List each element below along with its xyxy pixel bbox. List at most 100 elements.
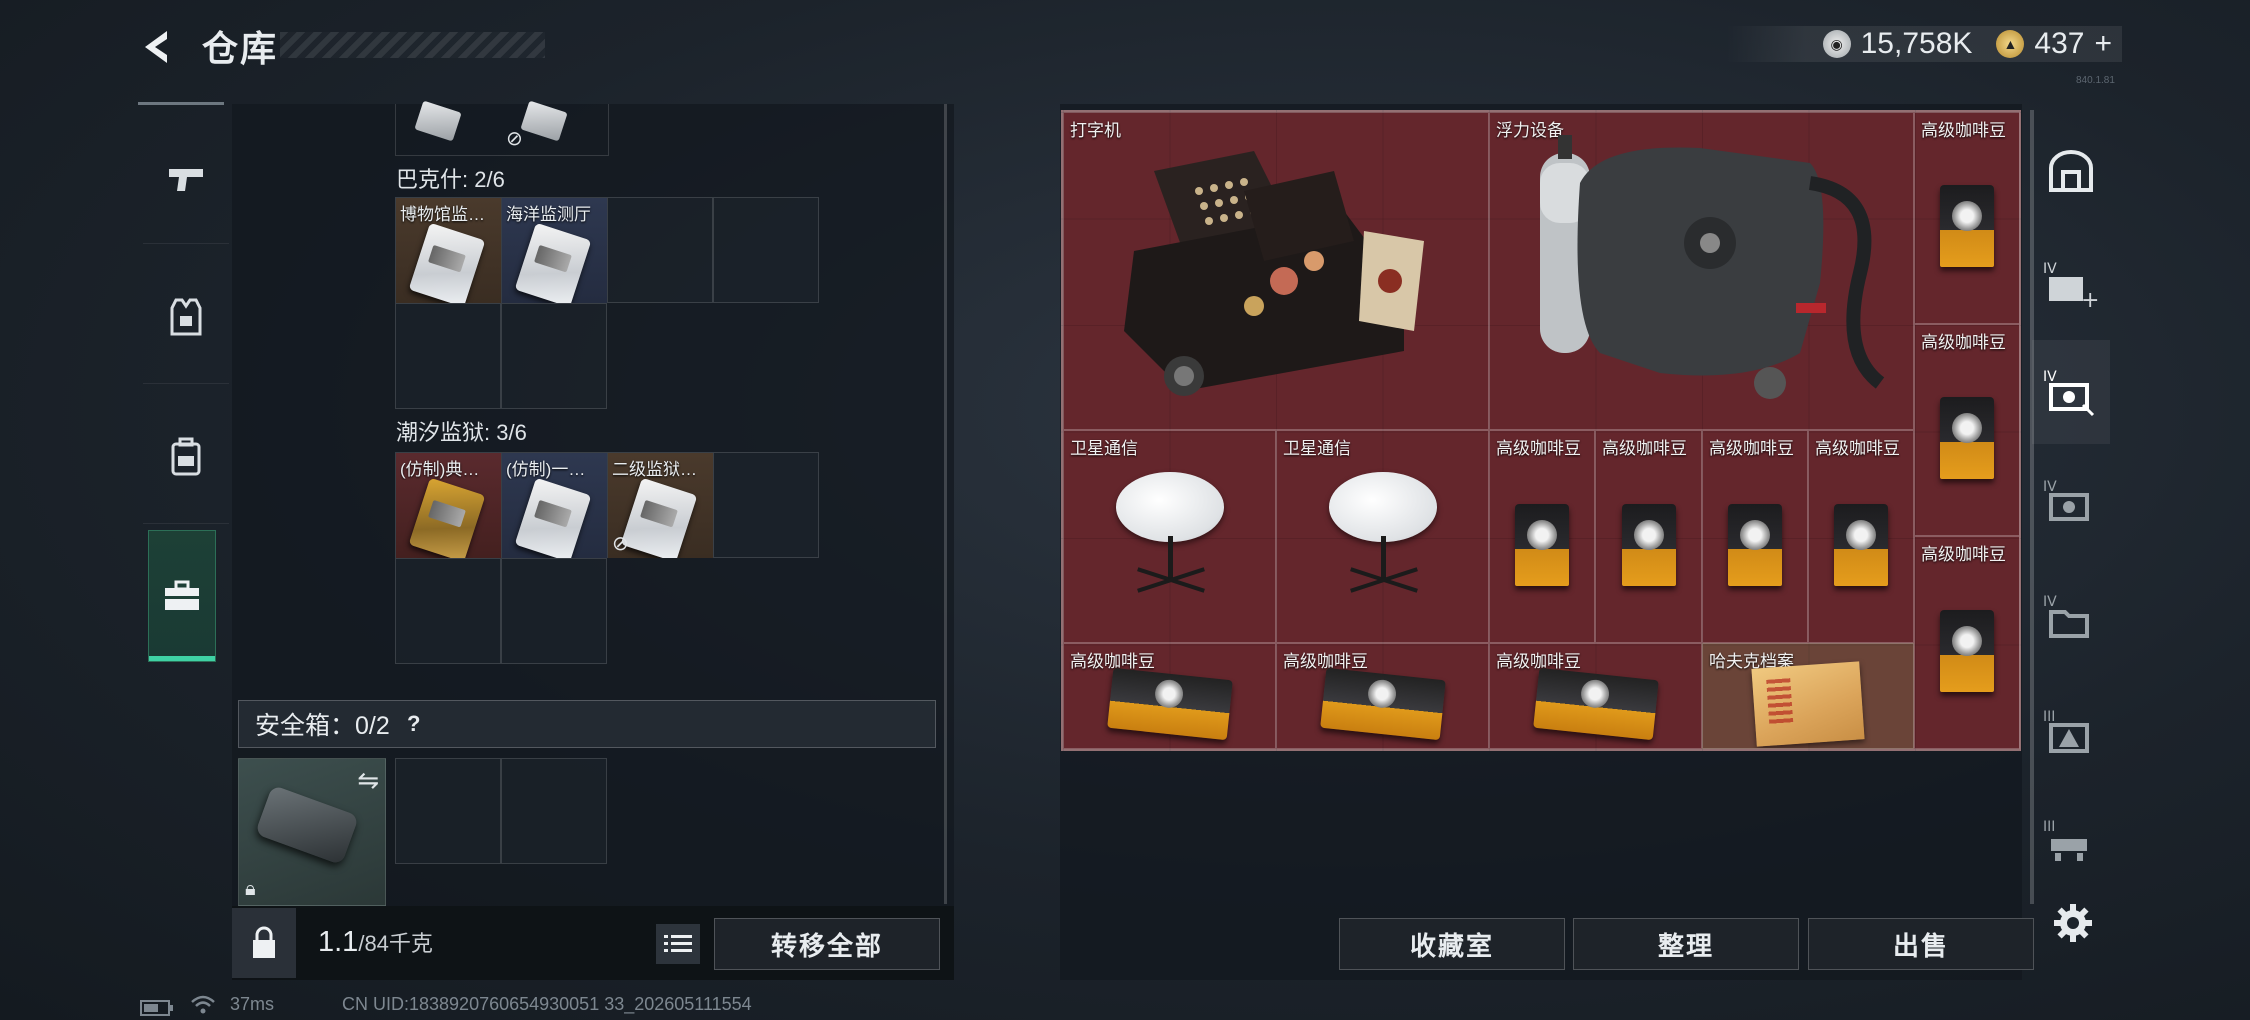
coffee-bag-image <box>1728 503 1782 586</box>
stash-tab-all[interactable] <box>2032 120 2110 224</box>
keycard-image <box>408 222 486 303</box>
stash-tab-add[interactable]: IV + <box>2032 232 2110 336</box>
previous-section-slots: ⊘ <box>395 100 609 156</box>
coffee-bag-image <box>1940 185 1994 268</box>
page-title: 仓库 <box>202 28 279 69</box>
battery-icon <box>140 1000 173 1016</box>
item-label: 高级咖啡豆 <box>1709 439 1794 458</box>
svg-text:IV: IV <box>2043 594 2057 610</box>
lock-toggle-button[interactable] <box>232 908 296 978</box>
svg-text:III: III <box>2043 819 2055 835</box>
status-bar: 37ms CN UID:1838920760654930051 33_20260… <box>0 992 900 1020</box>
tab-backpack[interactable] <box>143 394 229 520</box>
safebox-item[interactable]: ⇋ 🔒︎ <box>238 758 386 906</box>
svg-text:IV: IV <box>2043 479 2057 495</box>
keycard-image <box>520 100 568 142</box>
untradeable-icon: ⊘ <box>612 533 629 555</box>
item-label: 高级咖啡豆 <box>1921 121 2006 140</box>
stash-item-typewriter[interactable]: 打字机 <box>1063 112 1489 430</box>
stash-item-coffee[interactable]: 高级咖啡豆 <box>1808 430 1914 643</box>
keycard-image <box>514 477 592 558</box>
keycard-item[interactable]: 海洋监测厅 <box>502 198 607 303</box>
keycard-image <box>620 477 698 558</box>
documents-image <box>1751 661 1865 747</box>
weight-value: 1.1 <box>318 926 359 958</box>
lock-icon: 🔒︎ <box>245 878 256 900</box>
title-decoration <box>280 32 545 58</box>
transfer-all-button[interactable]: 转移全部 <box>714 918 940 970</box>
uid-text: CN UID:1838920760654930051 33_2026051115… <box>342 994 752 1014</box>
weight-capacity: /84千克 <box>358 931 433 956</box>
keycard-image <box>514 222 592 303</box>
item-label: 高级咖啡豆 <box>1070 652 1155 671</box>
help-button[interactable]: ? <box>400 710 428 738</box>
keycard-image <box>408 477 486 558</box>
satellite-dish-image <box>1323 466 1443 616</box>
stash-item-coffee[interactable]: 高级咖啡豆 <box>1489 643 1702 749</box>
stash-item-coffee[interactable]: 高级咖啡豆 <box>1276 643 1489 749</box>
stash-tab-tier4[interactable]: IV <box>2032 450 2110 554</box>
stash-item-coffee[interactable]: 高级咖啡豆 <box>1914 536 2020 749</box>
buoyancy-device-image <box>1540 135 1885 399</box>
item-label: 高级咖啡豆 <box>1496 652 1581 671</box>
stash-item-coffee[interactable]: 高级咖啡豆 <box>1595 430 1702 643</box>
coffee-bag-image <box>1621 503 1676 586</box>
svg-text:III: III <box>2043 709 2055 725</box>
tab-weapons[interactable] <box>143 116 229 242</box>
toolbox-icon <box>165 580 199 610</box>
stash-item-satellite-comm[interactable]: 卫星通信 <box>1063 430 1276 643</box>
swap-icon[interactable]: ⇋ <box>357 765 379 796</box>
coffee-bag-image <box>1515 503 1569 586</box>
lock-icon <box>253 926 275 958</box>
keycard-item[interactable]: (仿制)典… <box>396 453 501 558</box>
keycard-item[interactable]: 二级监狱… ⊘ <box>608 453 713 558</box>
list-view-button[interactable] <box>656 924 700 964</box>
stash-tier3-warning-icon: III <box>2043 709 2089 753</box>
satellite-dish-image <box>1110 466 1230 616</box>
premium-coin-icon: ▲ <box>1996 30 2025 58</box>
pistol-icon <box>169 169 203 191</box>
item-label: 高级咖啡豆 <box>1496 439 1581 458</box>
stash-item-coffee[interactable]: 高级咖啡豆 <box>1063 643 1276 749</box>
tab-indicator-line <box>138 102 224 105</box>
back-button[interactable] <box>132 22 182 72</box>
item-label: 海洋监测厅 <box>506 205 591 224</box>
tab-items[interactable] <box>148 530 216 662</box>
tab-armor[interactable] <box>143 254 229 380</box>
inventory-scrollbar[interactable] <box>944 104 947 904</box>
stash-tab-tier3-warning[interactable]: III <box>2032 680 2110 784</box>
stash-item-coffee[interactable]: 高级咖啡豆 <box>1702 430 1808 643</box>
stash-tab-tier3[interactable]: III <box>2032 790 2110 894</box>
stash-tier4-icon: IV <box>2043 479 2089 521</box>
item-label: 卫星通信 <box>1070 439 1138 458</box>
gear-icon <box>2054 904 2092 942</box>
keycard-item[interactable]: 博物馆监… <box>396 198 501 303</box>
settings-button[interactable] <box>2050 900 2096 946</box>
sell-button[interactable]: 出售 <box>1808 918 2034 970</box>
keycard-item[interactable]: (仿制)一… <box>502 453 607 558</box>
stash-tab-tier4-selected[interactable]: IV <box>2032 340 2110 444</box>
add-currency-button[interactable]: + <box>2094 27 2112 61</box>
section-label-bakesh: 巴克什: 2/6 <box>396 167 505 192</box>
stash-item-coffee[interactable]: 高级咖啡豆 <box>1914 324 2020 536</box>
currency-secondary-value: 437 <box>2034 27 2085 60</box>
stash-item-buoyancy-device[interactable]: 浮力设备 <box>1489 112 1914 430</box>
stash-item-coffee[interactable]: 高级咖啡豆 <box>1914 112 2020 324</box>
svg-text:IV: IV <box>2043 369 2057 385</box>
item-label: 高级咖啡豆 <box>1921 545 2006 564</box>
collection-room-button[interactable]: 收藏室 <box>1339 918 1565 970</box>
stash-item-coffee[interactable]: 高级咖啡豆 <box>1489 430 1595 643</box>
item-label: 高级咖啡豆 <box>1921 333 2006 352</box>
safebox-label: 安全箱：0/2 <box>255 712 390 740</box>
currency-bar: ◉ 15,758K ▲ 437 + <box>1726 26 2122 62</box>
stash-tier4-selected-icon: IV <box>2043 369 2095 417</box>
coffee-bag-image <box>1532 668 1659 741</box>
stash-item-haavk-archive[interactable]: 哈夫克档案 <box>1702 643 1914 749</box>
stash-item-satellite-comm[interactable]: 卫星通信 <box>1276 430 1489 643</box>
backpack-icon <box>171 437 201 476</box>
coffee-bag-image <box>1319 668 1446 741</box>
organize-button[interactable]: 整理 <box>1573 918 1799 970</box>
ping-text: 37ms <box>230 994 275 1014</box>
item-label: (仿制)典… <box>400 460 480 479</box>
stash-tab-tier4-folder[interactable]: IV <box>2032 565 2110 669</box>
